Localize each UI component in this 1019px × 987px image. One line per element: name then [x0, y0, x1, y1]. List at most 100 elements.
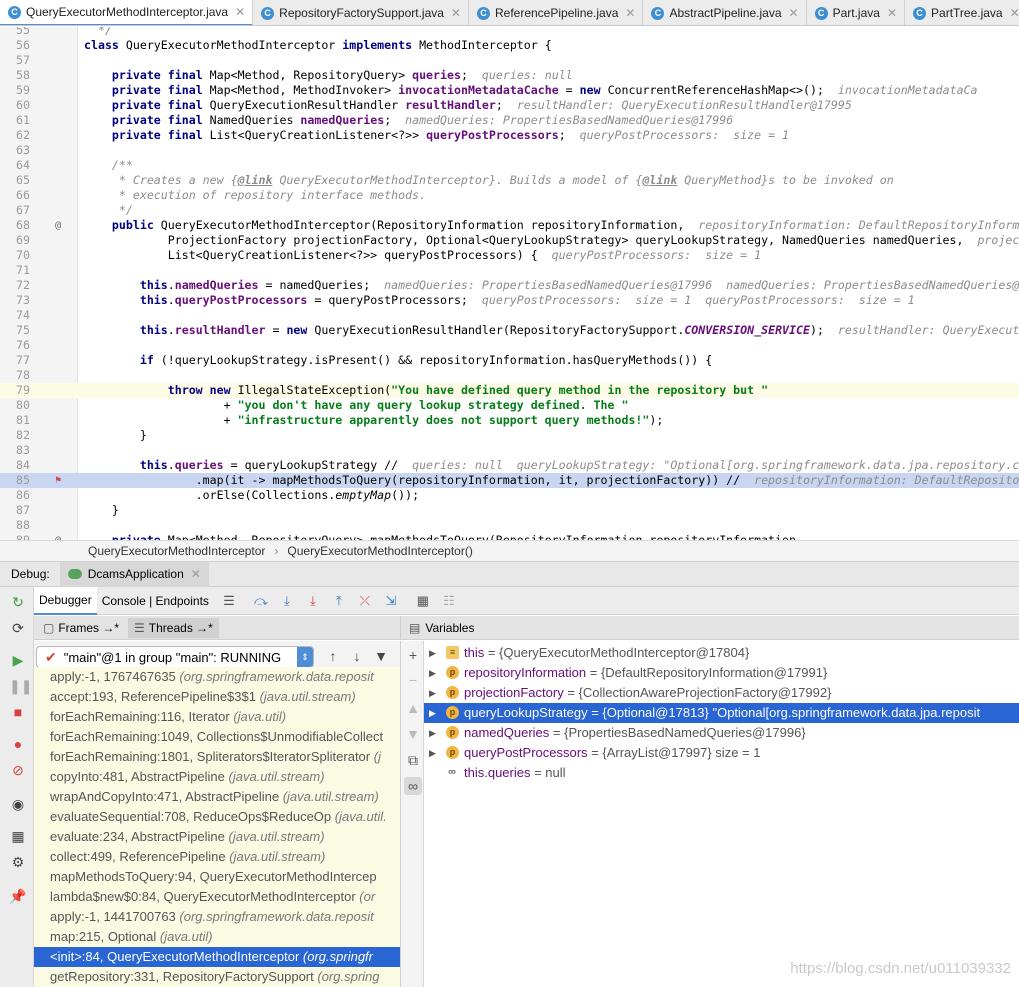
- code-line[interactable]: 58 private final Map<Method, RepositoryQ…: [0, 68, 1019, 83]
- stack-frame[interactable]: forEachRemaining:1049, Collections$Unmod…: [34, 727, 400, 747]
- code-line[interactable]: 82 }: [0, 428, 1019, 443]
- code-editor[interactable]: 55 */56 class QueryExecutorMethodIntercep…: [0, 27, 1019, 540]
- code-line[interactable]: 63: [0, 143, 1019, 158]
- variable-row[interactable]: ▶ p projectionFactory = {CollectionAwarePr…: [424, 683, 1019, 703]
- editor-tab[interactable]: C ReferencePipeline.java ✕: [469, 0, 644, 25]
- arrow-down-icon[interactable]: ↓: [348, 648, 366, 666]
- code-line[interactable]: 81 + "infrastructure apparently does not…: [0, 413, 1019, 428]
- stack-frame[interactable]: apply:-1, 1767467635 (org.springframewor…: [34, 667, 400, 687]
- expand-arrow-icon[interactable]: ▶: [429, 643, 436, 663]
- close-icon[interactable]: ✕: [887, 6, 897, 20]
- code-line[interactable]: 61 private final NamedQueries namedQueri…: [0, 113, 1019, 128]
- stack-frame[interactable]: wrapAndCopyInto:471, AbstractPipeline (j…: [34, 787, 400, 807]
- editor-tab[interactable]: C AbstractPipeline.java ✕: [643, 0, 807, 25]
- code-line[interactable]: 79 throw new IllegalStateException("You …: [0, 383, 1019, 398]
- code-line[interactable]: 62 private final List<QueryCreationListe…: [0, 128, 1019, 143]
- watches-glasses-icon[interactable]: ∞: [404, 777, 422, 795]
- add-watch-icon[interactable]: +: [404, 646, 422, 664]
- run-config-tab[interactable]: DcamsApplication ✕: [59, 561, 209, 587]
- stack-frame[interactable]: map:215, Optional (java.util): [34, 927, 400, 947]
- stack-frame[interactable]: copyInto:481, AbstractPipeline (java.uti…: [34, 767, 400, 787]
- code-line[interactable]: 71: [0, 263, 1019, 278]
- editor-tab[interactable]: C RepositoryFactorySupport.java ✕: [253, 0, 469, 25]
- close-icon[interactable]: ✕: [625, 6, 635, 20]
- override-icon[interactable]: @: [50, 218, 66, 233]
- stack-frame[interactable]: mapMethodsToQuery:94, QueryExecutorMetho…: [34, 867, 400, 887]
- code-line[interactable]: 87 }: [0, 503, 1019, 518]
- code-line[interactable]: 69 ProjectionFactory projectionFactory, …: [0, 233, 1019, 248]
- variable-row[interactable]: ▶ ≡ this = {QueryExecutorMethodInterceptor…: [424, 643, 1019, 663]
- copy-icon[interactable]: ⧉: [404, 751, 422, 769]
- layout-icon[interactable]: ▦: [9, 827, 27, 845]
- restart-icon[interactable]: ⟳: [9, 619, 27, 637]
- code-line[interactable]: 85 ⚑ .map(it -> mapMethodsToQuery(reposit…: [0, 473, 1019, 488]
- variable-row[interactable]: ▶ p repositoryInformation = {DefaultReposi…: [424, 663, 1019, 683]
- expand-arrow-icon[interactable]: ▶: [429, 683, 436, 703]
- rerun-icon[interactable]: ↻: [9, 593, 27, 611]
- code-line[interactable]: 55 */: [0, 27, 1019, 38]
- stack-frame[interactable]: collect:499, ReferencePipeline (java.uti…: [34, 847, 400, 867]
- code-line[interactable]: 67 */: [0, 203, 1019, 218]
- code-line[interactable]: 84 this.queries = queryLookupStrategy //…: [0, 458, 1019, 473]
- stop-icon[interactable]: ■: [9, 703, 27, 721]
- editor-tab[interactable]: C PartTree.java ✕: [905, 0, 1019, 25]
- breadcrumb-class[interactable]: QueryExecutorMethodInterceptor: [88, 544, 265, 558]
- code-line[interactable]: 70 List<QueryCreationListener<?>> queryP…: [0, 248, 1019, 263]
- filter-icon[interactable]: ▼: [372, 648, 390, 666]
- close-icon[interactable]: ✕: [191, 567, 201, 581]
- code-line[interactable]: 80 + "you don't have any query lookup st…: [0, 398, 1019, 413]
- expand-arrow-icon[interactable]: ▶: [429, 703, 436, 723]
- tab-frames[interactable]: ▢ Frames →*: [37, 618, 125, 638]
- code-line[interactable]: 75 this.resultHandler = new QueryExecuti…: [0, 323, 1019, 338]
- camera-icon[interactable]: ◉: [9, 795, 27, 813]
- drop-frame-icon[interactable]: ⤫: [354, 590, 376, 612]
- close-icon[interactable]: ✕: [235, 5, 245, 19]
- run-to-cursor-icon[interactable]: ⇲: [380, 590, 402, 612]
- menu-lines-icon[interactable]: ☰: [218, 590, 240, 612]
- thread-selector[interactable]: ✔ "main"@1 in group "main": RUNNING ⇕: [36, 646, 314, 668]
- code-line[interactable]: 59 private final Map<Method, MethodInvok…: [0, 83, 1019, 98]
- override-icon[interactable]: @: [50, 533, 66, 540]
- trace-icon[interactable]: ☷: [438, 590, 460, 612]
- code-line[interactable]: 73 this.queryPostProcessors = queryPostP…: [0, 293, 1019, 308]
- tab-threads[interactable]: ☰ Threads →*: [128, 617, 219, 638]
- evaluate-expression-icon[interactable]: ▦: [412, 590, 434, 612]
- force-step-into-icon[interactable]: ⤓: [302, 590, 324, 612]
- chevron-down-icon[interactable]: ⇕: [297, 647, 313, 667]
- stack-frame[interactable]: lambda$new$0:84, QueryExecutorMethodInte…: [34, 887, 400, 907]
- code-line[interactable]: 77 if (!queryLookupStrategy.isPresent() …: [0, 353, 1019, 368]
- editor-tab[interactable]: C Part.java ✕: [807, 0, 906, 25]
- code-line[interactable]: 72 this.namedQueries = namedQueries; nam…: [0, 278, 1019, 293]
- variable-row[interactable]: ▶ p queryPostProcessors = {ArrayList@17997…: [424, 743, 1019, 763]
- close-icon[interactable]: ✕: [789, 6, 799, 20]
- pin-icon[interactable]: 📌: [9, 887, 27, 905]
- variable-row[interactable]: ∞ this.queries = null: [424, 763, 1019, 783]
- code-line[interactable]: 68 @ public QueryExecutorMethodIntercepto…: [0, 218, 1019, 233]
- expand-arrow-icon[interactable]: ▶: [429, 663, 436, 683]
- move-down-icon[interactable]: ▼: [404, 725, 422, 743]
- code-line[interactable]: 86 .orElse(Collections.emptyMap());: [0, 488, 1019, 503]
- code-line[interactable]: 66 * execution of repository interface m…: [0, 188, 1019, 203]
- stack-frame[interactable]: getRepository:331, RepositoryFactorySupp…: [34, 967, 400, 987]
- breadcrumb-method[interactable]: QueryExecutorMethodInterceptor(): [287, 544, 472, 558]
- stack-frame[interactable]: evaluate:234, AbstractPipeline (java.uti…: [34, 827, 400, 847]
- stack-frames-list[interactable]: apply:-1, 1767467635 (org.springframewor…: [34, 667, 400, 987]
- code-line[interactable]: 56 class QueryExecutorMethodInterceptor i…: [0, 38, 1019, 53]
- expand-arrow-icon[interactable]: ▶: [429, 723, 436, 743]
- mute-breakpoints-icon[interactable]: ⊘: [9, 761, 27, 779]
- stack-frame[interactable]: forEachRemaining:1801, Spliterators$Iter…: [34, 747, 400, 767]
- resume-icon[interactable]: ▶: [9, 651, 27, 669]
- pause-icon[interactable]: ❚❚: [9, 677, 32, 695]
- tab-console-endpoints[interactable]: Console | Endpoints: [97, 587, 214, 615]
- view-breakpoints-icon[interactable]: ●: [9, 735, 27, 753]
- variable-row[interactable]: ▶ p queryLookupStrategy = {Optional@17813}…: [424, 703, 1019, 723]
- stack-frame[interactable]: forEachRemaining:116, Iterator (java.uti…: [34, 707, 400, 727]
- breakpoint-icon[interactable]: ⚑: [50, 473, 66, 488]
- arrow-up-icon[interactable]: ↑: [324, 648, 342, 666]
- expand-arrow-icon[interactable]: ▶: [429, 743, 436, 763]
- editor-tab[interactable]: C QueryExecutorMethodInterceptor.java ✕: [0, 0, 254, 25]
- stack-frame[interactable]: evaluateSequential:708, ReduceOps$Reduce…: [34, 807, 400, 827]
- variable-row[interactable]: ▶ p namedQueries = {PropertiesBasedNamedQu…: [424, 723, 1019, 743]
- code-line[interactable]: 88: [0, 518, 1019, 533]
- settings-gear-icon[interactable]: ⚙: [9, 853, 27, 871]
